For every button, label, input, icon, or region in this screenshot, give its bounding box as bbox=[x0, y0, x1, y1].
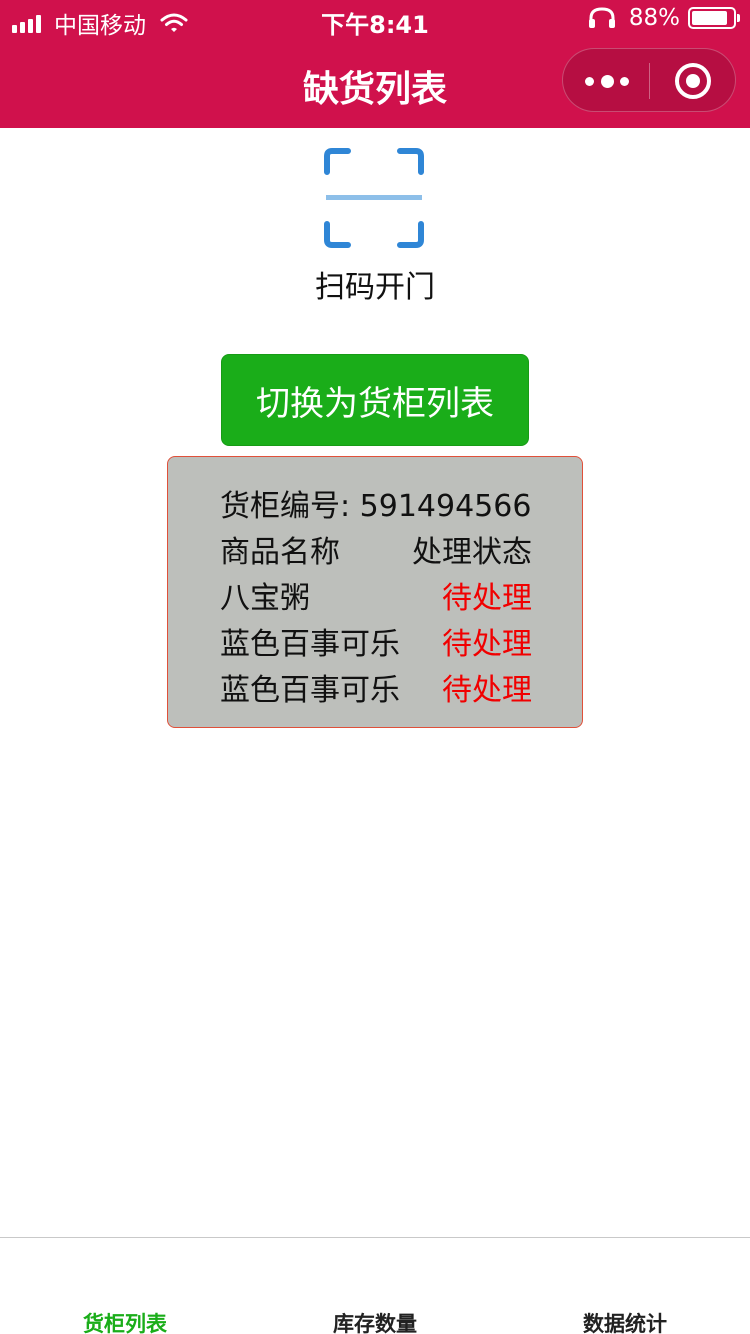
product-name: 八宝粥 bbox=[220, 581, 310, 616]
product-name: 蓝色百事可乐 bbox=[220, 673, 400, 708]
table-row: 八宝粥 待处理 bbox=[220, 573, 532, 617]
battery-percent: 88% bbox=[628, 5, 680, 31]
switch-to-cabinet-list-button[interactable]: 切换为货柜列表 bbox=[221, 354, 529, 446]
status-pending: 待处理 bbox=[442, 581, 532, 616]
table-row: 蓝色百事可乐 待处理 bbox=[220, 619, 532, 663]
scan-open-door-label[interactable]: 扫码开门 bbox=[0, 262, 750, 306]
headphone-icon bbox=[588, 7, 615, 28]
battery-fill bbox=[692, 11, 728, 25]
scan-qr-icon[interactable] bbox=[324, 148, 424, 248]
page: 中国移动 下午8:41 88% 缺货列表 扫码开门 切换为货柜列表 货柜编号: … bbox=[0, 0, 750, 1334]
battery-icon bbox=[688, 7, 740, 29]
cabinet-number-row: 货柜编号: 591494566 bbox=[220, 481, 532, 525]
product-name: 蓝色百事可乐 bbox=[220, 627, 400, 662]
status-pending: 待处理 bbox=[442, 673, 532, 708]
status-pending: 待处理 bbox=[442, 627, 532, 662]
header-product-name: 商品名称 bbox=[220, 535, 340, 570]
capsule-divider bbox=[649, 63, 650, 99]
tab-data-statistics[interactable]: 数据统计 bbox=[500, 1308, 750, 1334]
more-dots-icon[interactable] bbox=[585, 49, 629, 113]
table-header: 商品名称 处理状态 bbox=[220, 527, 532, 571]
status-right: 88% bbox=[587, 5, 740, 31]
target-circle-icon[interactable] bbox=[675, 63, 711, 99]
tab-stock-quantity[interactable]: 库存数量 bbox=[250, 1308, 500, 1334]
tab-bar: 货柜列表 库存数量 数据统计 bbox=[0, 1237, 750, 1334]
status-bar: 中国移动 下午8:41 88% bbox=[0, 0, 750, 40]
out-of-stock-card: 货柜编号: 591494566 商品名称 处理状态 八宝粥 待处理 蓝色百事可乐… bbox=[167, 456, 583, 728]
cabinet-number: 货柜编号: 591494566 bbox=[220, 489, 532, 524]
table-row: 蓝色百事可乐 待处理 bbox=[220, 665, 532, 709]
mini-program-capsule bbox=[562, 48, 736, 112]
header-status: 处理状态 bbox=[412, 535, 532, 570]
nav-bar: 缺货列表 bbox=[0, 40, 750, 128]
tab-cabinet-list[interactable]: 货柜列表 bbox=[0, 1308, 250, 1334]
